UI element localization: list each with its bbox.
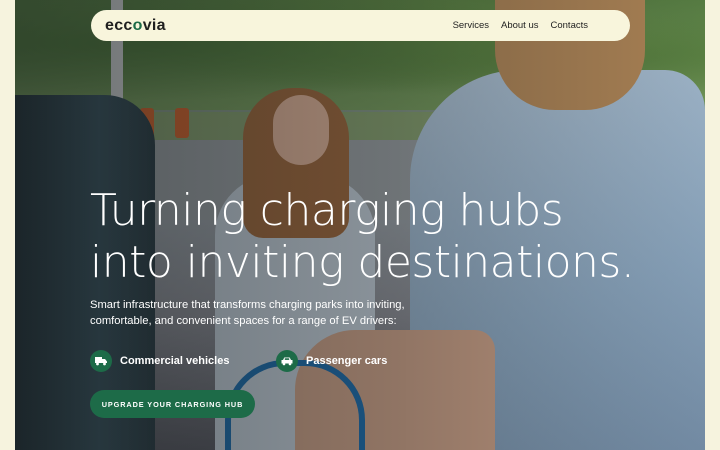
nav-link-contacts[interactable]: Contacts [551, 20, 589, 31]
nav-link-services[interactable]: Services [453, 20, 489, 31]
truck-icon [90, 350, 112, 372]
hero-headline: Turning charging hubs into inviting dest… [90, 185, 635, 288]
nav-links: Services About us Contacts [453, 20, 588, 31]
feature-label: Commercial vehicles [120, 355, 230, 367]
feature-passenger-cars: Passenger cars [276, 350, 462, 372]
top-navbar: eccovia Services About us Contacts [91, 10, 630, 41]
car-icon [276, 350, 298, 372]
hero-subheadline: Smart infrastructure that transforms cha… [90, 299, 405, 327]
feature-label: Passenger cars [306, 355, 388, 367]
feature-commercial-vehicles: Commercial vehicles [90, 350, 276, 372]
upgrade-charging-hub-button[interactable]: UPGRADE YOUR CHARGING HUB [90, 390, 255, 418]
hero-content: Turning charging hubs into inviting dest… [90, 185, 650, 418]
feature-list: Commercial vehicles Passenger cars [90, 350, 650, 372]
nav-link-about-us[interactable]: About us [501, 20, 539, 31]
brand-logo[interactable]: eccovia [105, 17, 166, 35]
